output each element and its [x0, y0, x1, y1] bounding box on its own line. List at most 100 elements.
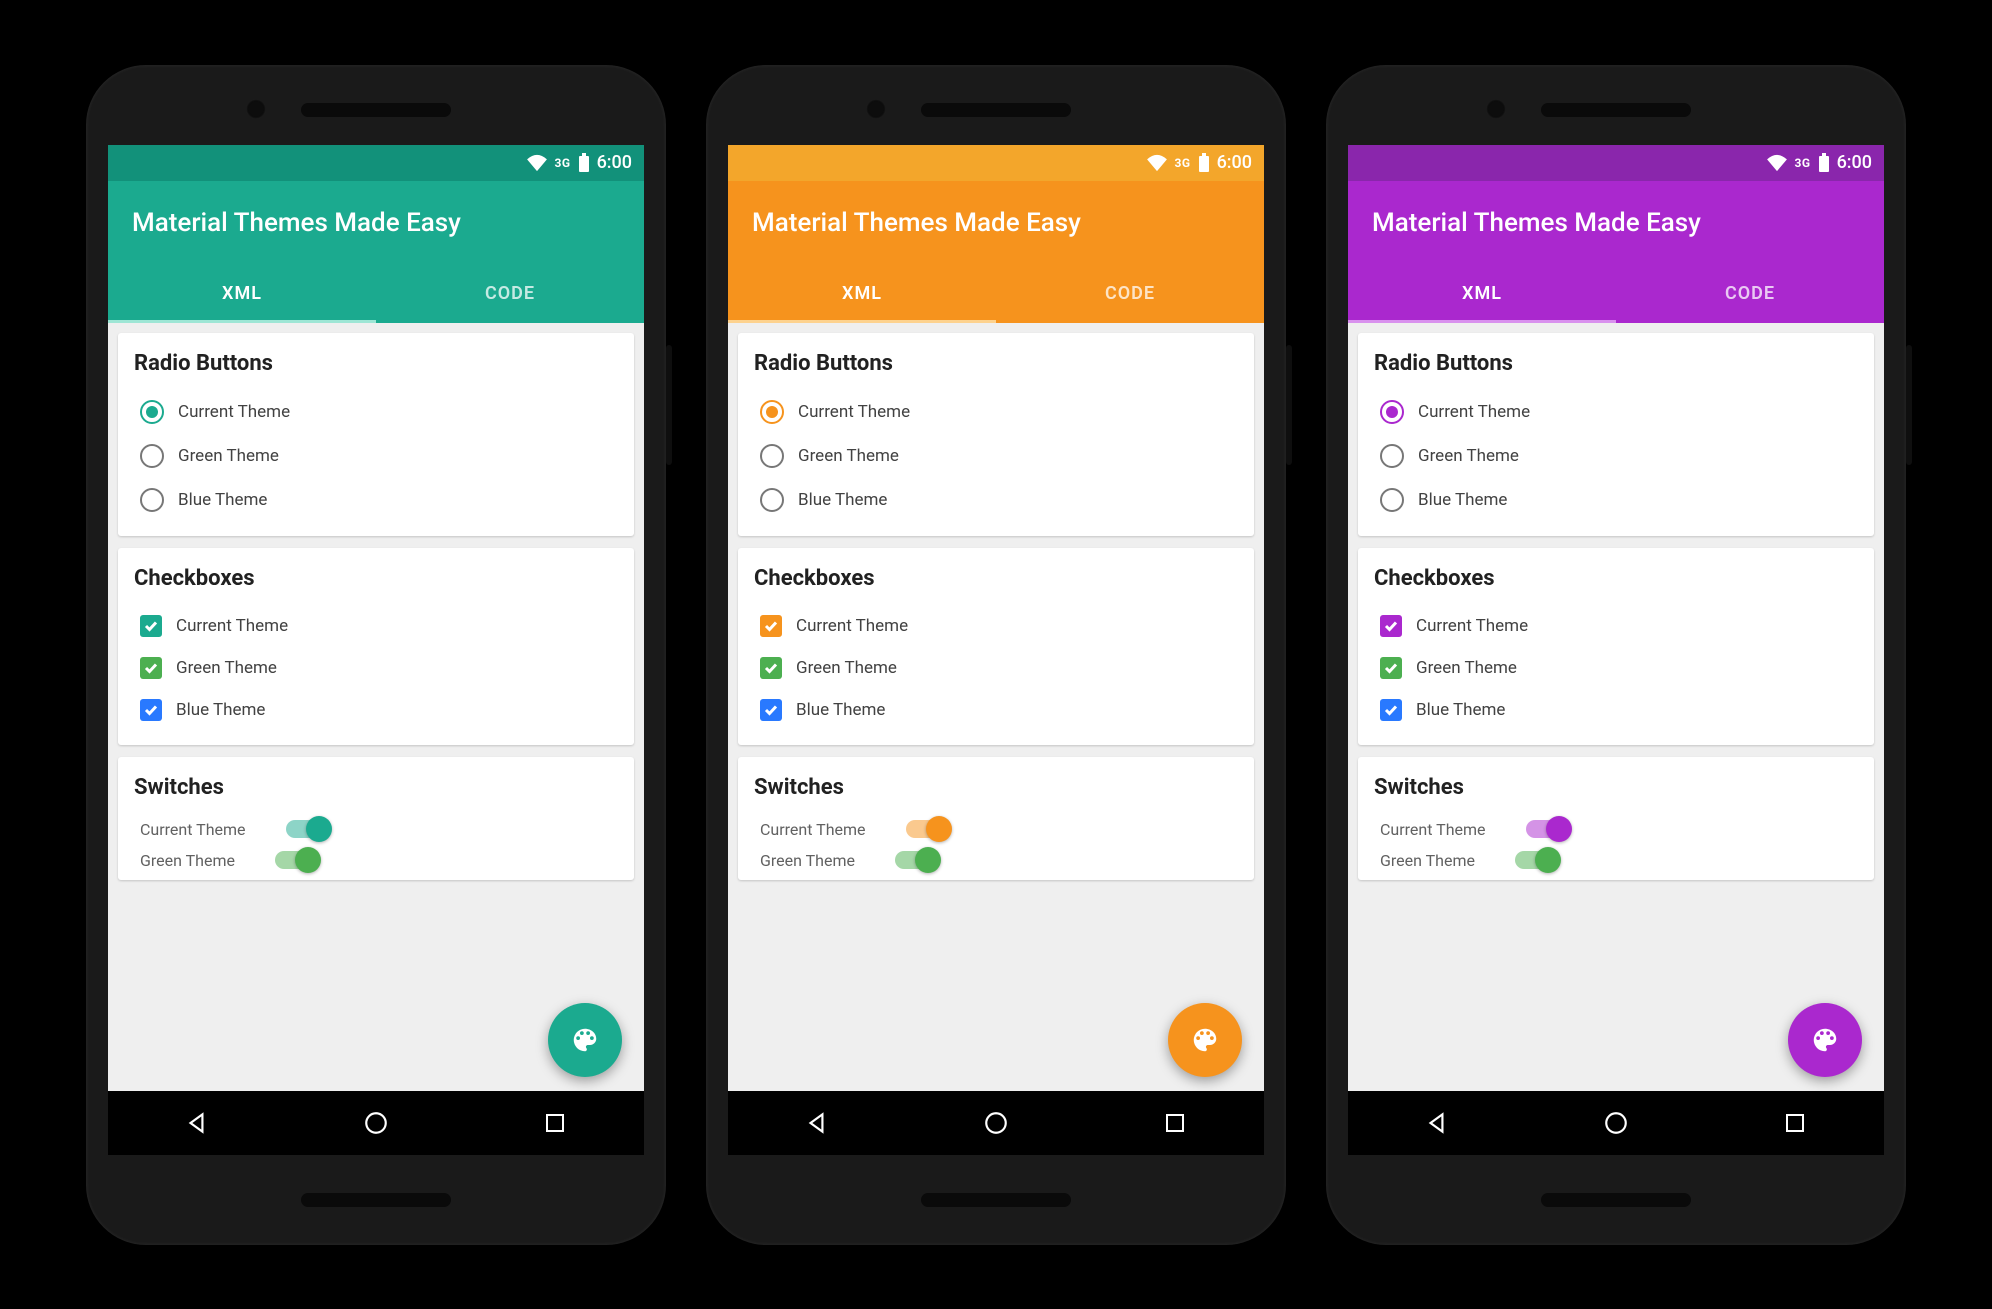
fab-palette[interactable]	[548, 1003, 622, 1077]
nav-back-button[interactable]	[157, 1110, 237, 1136]
radio-title: Radio Buttons	[1374, 351, 1858, 376]
nav-recent-button[interactable]	[515, 1111, 595, 1135]
phone-screen: 3G 6:00 Material Themes Made Easy XML CO…	[1348, 145, 1884, 1155]
tab-xml[interactable]: XML	[108, 265, 376, 323]
checkbox-label: Blue Theme	[176, 700, 265, 720]
checkbox-label: Green Theme	[1416, 658, 1517, 678]
phone-bottom-speaker	[301, 1193, 451, 1207]
tab-code[interactable]: CODE	[996, 265, 1264, 323]
phone-speaker	[1541, 103, 1691, 117]
checkbox-row-blue[interactable]: Blue Theme	[754, 689, 1238, 731]
radio-title: Radio Buttons	[754, 351, 1238, 376]
palette-icon	[1810, 1025, 1840, 1055]
tab-xml[interactable]: XML	[1348, 265, 1616, 323]
switch-label: Current Theme	[1380, 820, 1486, 839]
square-recent-icon	[543, 1111, 567, 1135]
nav-home-button[interactable]	[336, 1110, 416, 1136]
palette-icon	[1190, 1025, 1220, 1055]
checkbox-label: Green Theme	[796, 658, 897, 678]
checkbox-row-blue[interactable]: Blue Theme	[134, 689, 618, 731]
checkbox-row-current[interactable]: Current Theme	[754, 605, 1238, 647]
status-bar: 3G 6:00	[728, 145, 1264, 181]
phone-frame: 3G 6:00 Material Themes Made Easy XML CO…	[86, 65, 666, 1245]
radio-row-blue[interactable]: Blue Theme	[134, 478, 618, 522]
checkbox-label: Current Theme	[1416, 616, 1528, 636]
nav-bar	[728, 1091, 1264, 1155]
tab-code[interactable]: CODE	[1616, 265, 1884, 323]
status-time: 6:00	[1217, 152, 1252, 173]
checkbox-icon	[1380, 657, 1402, 679]
radio-row-current[interactable]: Current Theme	[134, 390, 618, 434]
nav-back-button[interactable]	[777, 1110, 857, 1136]
checkbox-row-current[interactable]: Current Theme	[1374, 605, 1858, 647]
nav-recent-button[interactable]	[1755, 1111, 1835, 1135]
checkbox-icon	[760, 615, 782, 637]
switch-row-current[interactable]: Current Theme	[754, 814, 1238, 845]
switch-row-current[interactable]: Current Theme	[134, 814, 618, 845]
radio-row-blue[interactable]: Blue Theme	[1374, 478, 1858, 522]
radio-icon	[1380, 488, 1404, 512]
phone-bottom-speaker	[921, 1193, 1071, 1207]
content-area: Radio Buttons Current Theme Green Theme …	[108, 323, 644, 1091]
phone-screen: 3G 6:00 Material Themes Made Easy XML CO…	[108, 145, 644, 1155]
switches-card: Switches Current Theme Green Theme	[118, 757, 634, 880]
checkbox-row-current[interactable]: Current Theme	[134, 605, 618, 647]
radio-icon	[140, 444, 164, 468]
status-bar: 3G 6:00	[1348, 145, 1884, 181]
app-bar: Material Themes Made Easy	[1348, 181, 1884, 265]
nav-home-button[interactable]	[956, 1110, 1036, 1136]
radio-row-green[interactable]: Green Theme	[754, 434, 1238, 478]
tab-xml[interactable]: XML	[728, 265, 996, 323]
nav-back-button[interactable]	[1397, 1110, 1477, 1136]
radio-label: Blue Theme	[178, 490, 267, 510]
fab-palette[interactable]	[1788, 1003, 1862, 1077]
tab-code[interactable]: CODE	[376, 265, 644, 323]
checkbox-label: Blue Theme	[796, 700, 885, 720]
checkbox-label: Current Theme	[176, 616, 288, 636]
battery-icon	[1817, 153, 1831, 173]
checkbox-icon	[140, 615, 162, 637]
triangle-back-icon	[804, 1110, 830, 1136]
radio-label: Green Theme	[798, 446, 899, 466]
switch-toggle	[1526, 820, 1570, 838]
radio-card: Radio Buttons Current Theme Green Theme …	[1358, 333, 1874, 536]
circle-home-icon	[1603, 1110, 1629, 1136]
switch-toggle	[895, 851, 939, 869]
circle-home-icon	[983, 1110, 1009, 1136]
checkbox-label: Green Theme	[176, 658, 277, 678]
switch-toggle	[906, 820, 950, 838]
phone-screen: 3G 6:00 Material Themes Made Easy XML CO…	[728, 145, 1264, 1155]
switch-row-green[interactable]: Green Theme	[1374, 845, 1858, 876]
tab-bar: XML CODE	[108, 265, 644, 323]
fab-palette[interactable]	[1168, 1003, 1242, 1077]
checkbox-icon	[760, 699, 782, 721]
app-bar: Material Themes Made Easy	[108, 181, 644, 265]
radio-row-blue[interactable]: Blue Theme	[754, 478, 1238, 522]
checkbox-row-green[interactable]: Green Theme	[134, 647, 618, 689]
radio-row-green[interactable]: Green Theme	[134, 434, 618, 478]
radio-row-current[interactable]: Current Theme	[754, 390, 1238, 434]
content-area: Radio Buttons Current Theme Green Theme …	[728, 323, 1264, 1091]
square-recent-icon	[1163, 1111, 1187, 1135]
radio-card: Radio Buttons Current Theme Green Theme …	[118, 333, 634, 536]
phone-frame: 3G 6:00 Material Themes Made Easy XML CO…	[706, 65, 1286, 1245]
radio-row-green[interactable]: Green Theme	[1374, 434, 1858, 478]
switch-row-current[interactable]: Current Theme	[1374, 814, 1858, 845]
checkbox-row-green[interactable]: Green Theme	[1374, 647, 1858, 689]
radio-label: Green Theme	[178, 446, 279, 466]
checkbox-row-green[interactable]: Green Theme	[754, 647, 1238, 689]
radio-label: Blue Theme	[798, 490, 887, 510]
switch-toggle	[275, 851, 319, 869]
tab-code-label: CODE	[1105, 283, 1155, 304]
checkbox-title: Checkboxes	[134, 566, 618, 591]
tab-bar: XML CODE	[728, 265, 1264, 323]
phone-speaker	[921, 103, 1071, 117]
switch-row-green[interactable]: Green Theme	[134, 845, 618, 876]
checkbox-row-blue[interactable]: Blue Theme	[1374, 689, 1858, 731]
wifi-icon	[526, 154, 548, 172]
checkbox-icon	[140, 657, 162, 679]
nav-home-button[interactable]	[1576, 1110, 1656, 1136]
nav-recent-button[interactable]	[1135, 1111, 1215, 1135]
switch-row-green[interactable]: Green Theme	[754, 845, 1238, 876]
radio-row-current[interactable]: Current Theme	[1374, 390, 1858, 434]
